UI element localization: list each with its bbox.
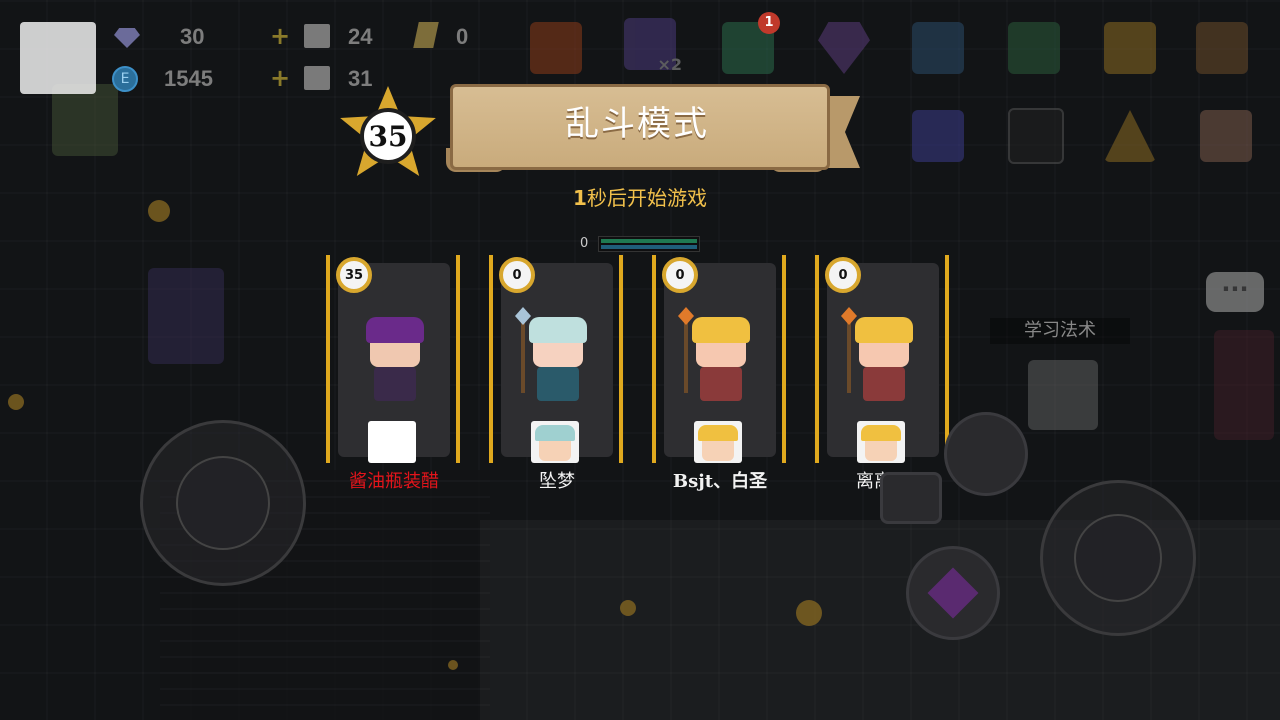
player-level: 0 (825, 257, 861, 293)
settings-book-icon[interactable] (1196, 22, 1248, 74)
player-portrait (857, 421, 905, 463)
player-slot: 0 Bsjt、白圣 (650, 255, 790, 492)
gem-count: 30 (180, 24, 205, 49)
weapon-swap-button[interactable] (944, 412, 1028, 496)
player-name: 坠梦 (539, 471, 575, 492)
player-name: 酱油瓶装醋 (349, 471, 439, 492)
skill-gem-icon (927, 567, 979, 619)
health-fill (601, 239, 697, 243)
coin-icon: E (112, 66, 138, 92)
wizard-npc-sprite (148, 268, 224, 364)
health-bar (598, 236, 700, 252)
player-slot: 0 离离原 (813, 255, 953, 492)
player-slot: 0 坠梦 (487, 255, 627, 492)
torch-light (448, 660, 458, 670)
character-icon[interactable] (1200, 110, 1252, 162)
npc-sprite (52, 84, 118, 156)
player-level: 0 (662, 257, 698, 293)
player-level: 0 (499, 257, 535, 293)
mode-banner: 乱斗模式 (440, 78, 860, 180)
hero-sprite (841, 307, 921, 413)
crate-count-a: 24 (348, 24, 373, 49)
crate-icon (304, 24, 330, 48)
hero-sprite (515, 307, 595, 413)
countdown-number: 1 (573, 186, 587, 210)
chat-icon[interactable]: ··· (1206, 272, 1264, 312)
stack-icon[interactable] (1008, 22, 1060, 74)
add-crate-button[interactable]: + (270, 22, 290, 50)
player-avatar[interactable] (20, 22, 96, 94)
hero-sprite (356, 317, 432, 413)
scroll-count: 0 (456, 24, 469, 49)
player-name: Bsjt、白圣 (672, 471, 768, 492)
gift-icon[interactable] (912, 110, 964, 162)
torch-light (148, 200, 170, 222)
hp-value: 0 (580, 236, 589, 251)
host-level: 35 (360, 108, 416, 164)
countdown-text: 1秒后开始游戏 (520, 182, 760, 211)
player-slot: 35 酱油瓶装醋 (324, 255, 464, 492)
player-portrait (531, 421, 579, 463)
learn-magic-label[interactable]: 学习法术 (990, 318, 1130, 344)
player-level: 35 (336, 257, 372, 293)
npc-sprite (1214, 330, 1274, 440)
move-joystick[interactable] (140, 420, 306, 586)
mode-title: 乱斗模式 (565, 104, 709, 144)
skill-button[interactable] (906, 546, 1000, 640)
joystick-knob[interactable] (176, 456, 270, 550)
player-portrait (368, 421, 416, 463)
coin-count: 1545 (164, 66, 213, 91)
gift-box-icon[interactable] (530, 22, 582, 74)
attack-joystick[interactable] (1040, 480, 1196, 636)
torch-light (796, 600, 822, 626)
statue-npc-sprite (1028, 360, 1098, 430)
player-portrait (694, 421, 742, 463)
shield-fill (601, 245, 697, 249)
torch-light (620, 600, 636, 616)
joystick-knob[interactable] (1074, 514, 1162, 602)
gem-bag-icon[interactable]: ×2 (624, 18, 682, 74)
chest-notification-badge: 1 (758, 12, 780, 34)
material-icon (304, 66, 330, 90)
add-material-button[interactable]: + (270, 64, 290, 92)
penguin-icon[interactable] (1008, 108, 1064, 164)
host-level-badge: 35 (336, 86, 440, 186)
shopping-cart-icon[interactable] (912, 22, 964, 74)
countdown-label: 秒后开始游戏 (586, 186, 707, 210)
hero-sprite (678, 307, 758, 413)
gem-bag-multiplier: ×2 (657, 55, 682, 74)
torch-light (8, 394, 24, 410)
pot-icon[interactable] (880, 472, 942, 524)
storage-chest-icon[interactable] (1104, 22, 1156, 74)
